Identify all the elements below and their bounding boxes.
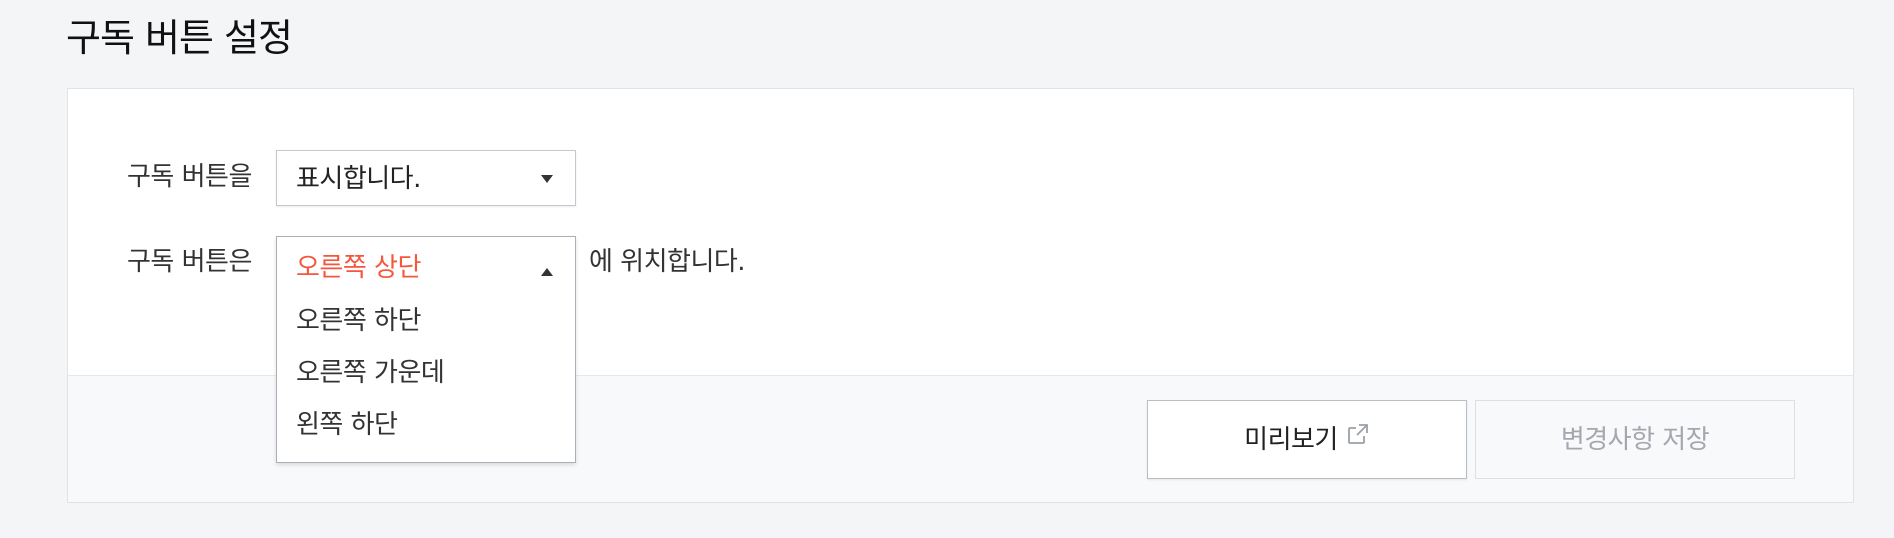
preview-button[interactable]: 미리보기 [1147, 400, 1467, 479]
save-button[interactable]: 변경사항 저장 [1475, 400, 1795, 479]
position-dropdown[interactable]: 오른쪽 상단 오른쪽 하단 오른쪽 가운데 왼쪽 하단 [276, 236, 576, 463]
display-select-value: 표시합니다. [296, 164, 421, 194]
position-option[interactable]: 왼쪽 하단 [277, 405, 575, 457]
display-select[interactable]: 표시합니다. [276, 150, 576, 206]
display-label: 구독 버튼을 [127, 162, 252, 192]
position-option[interactable]: 오른쪽 하단 [277, 301, 575, 353]
chevron-up-icon [541, 268, 553, 276]
position-suffix: 에 위치합니다. [589, 247, 746, 277]
preview-button-label: 미리보기 [1244, 425, 1338, 455]
position-label: 구독 버튼은 [127, 247, 252, 277]
external-link-icon [1346, 400, 1370, 477]
position-option[interactable]: 오른쪽 가운데 [277, 353, 575, 405]
chevron-down-icon [541, 175, 553, 183]
page-title: 구독 버튼 설정 [66, 16, 293, 60]
position-options-list: 오른쪽 하단 오른쪽 가운데 왼쪽 하단 [277, 301, 575, 457]
position-selected-option[interactable]: 오른쪽 상단 [296, 251, 421, 285]
